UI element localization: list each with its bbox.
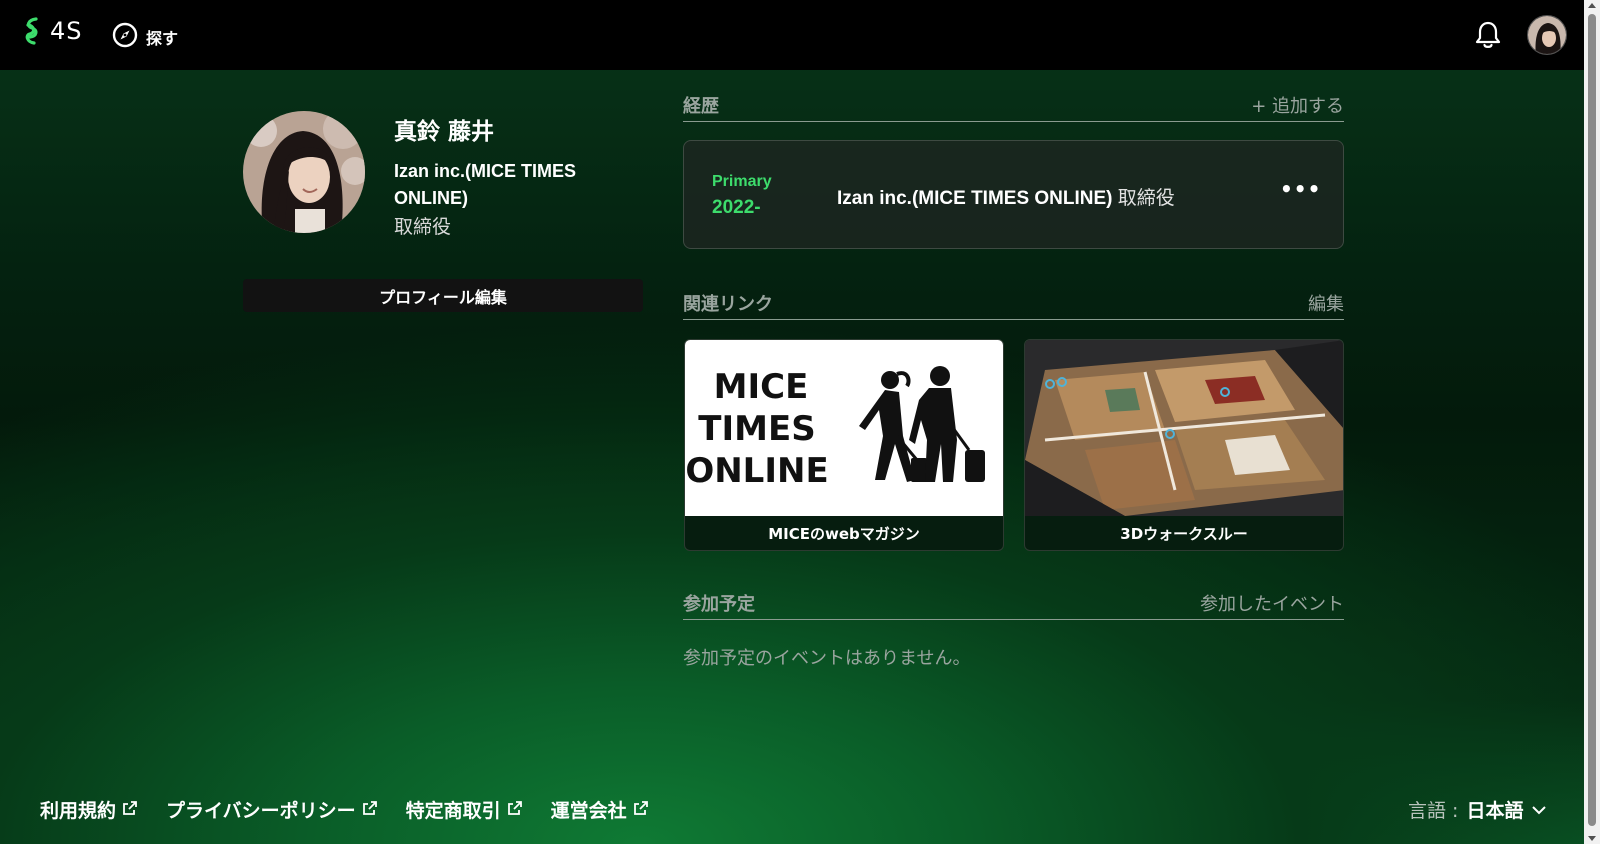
career-section-header: 経歴 + 追加する [683,92,1344,122]
career-company-name: Izan inc.(MICE TIMES ONLINE) [837,188,1113,209]
user-avatar[interactable] [1527,15,1567,55]
footer-link-label: プライバシーポリシー [166,800,356,822]
footer-link-label: 利用規約 [40,800,117,822]
language-value: 日本語 [1466,800,1524,822]
footer-links: 利用規約 プライバシーポリシー 特定商取引 運営会社 [40,796,649,823]
profile-title: 取締役 [394,216,452,238]
edit-profile-button[interactable]: プロフィール編集 [243,279,643,312]
primary-badge: Primary [712,173,772,190]
past-events-link[interactable]: 参加したイベント [1200,590,1344,616]
career-section-title: 経歴 [683,96,719,117]
logo-line-3: ONLINE [685,451,828,491]
chevron-down-icon [1531,799,1547,821]
brand-logo[interactable]: 4S [22,16,83,46]
more-options-icon[interactable]: ••• [1280,177,1321,201]
logo-line-2: TIMES [698,409,815,449]
footer-link-privacy[interactable]: プライバシーポリシー [166,796,378,823]
3d-floorplan-thumbnail [1025,340,1343,516]
external-link-icon [507,799,523,821]
profile-name: 真鈴 藤井 [394,119,495,145]
compass-icon [112,22,138,52]
career-role: 取締役 [1117,187,1175,209]
profile-company: Izan inc.(MICE TIMES ONLINE) [394,161,577,208]
scroll-up-icon[interactable] [1588,3,1596,8]
external-link-icon [122,799,138,821]
logo-line-1: MICE [714,367,809,407]
footer-link-company[interactable]: 運営会社 [551,796,649,823]
no-events-message: 参加予定のイベントはありません。 [683,648,971,669]
career-entry-card: Primary 2022- Izan inc.(MICE TIMES ONLIN… [683,140,1344,249]
events-section-title: 参加予定 [683,594,755,615]
brand-name: 4S [50,17,83,45]
external-link-icon [633,799,649,821]
language-selector[interactable]: 言語 : 日本語 [1408,796,1547,823]
footer-link-label: 運営会社 [550,800,627,822]
explore-nav[interactable]: 探す [112,22,178,52]
career-period: 2022- [712,197,761,218]
link-card-3d-walkthrough[interactable]: 3Dウォークスルー [1024,339,1344,551]
top-header: 4S 探す [0,0,1584,70]
career-company: Izan inc.(MICE TIMES ONLINE) 取締役 [837,183,1175,210]
link-label: 3Dウォークスルー [1120,525,1248,543]
footer-link-label: 特定商取引 [405,800,501,822]
external-link-icon [362,799,378,821]
links-section-header: 関連リンク 編集 [683,290,1344,320]
mice-times-logo: MICE TIMES ONLINE [685,340,1003,516]
events-section-header: 参加予定 参加したイベント [683,590,1344,620]
scroll-down-icon[interactable] [1588,836,1596,841]
notification-bell-icon[interactable] [1474,20,1502,54]
explore-label: 探す [146,29,179,48]
footer-link-commerce[interactable]: 特定商取引 [406,796,523,823]
add-career-button[interactable]: + 追加する [1251,92,1344,118]
profile-avatar [243,111,365,233]
footer-link-terms[interactable]: 利用規約 [40,796,138,823]
links-section-title: 関連リンク [683,294,773,315]
logo-mark-icon [22,16,42,46]
language-label: 言語 : [1408,800,1459,822]
edit-links-button[interactable]: 編集 [1308,290,1344,316]
link-label: MICEのwebマガジン [768,525,920,543]
page-scrollbar[interactable] [1584,0,1600,844]
scrollbar-thumb[interactable] [1588,14,1596,826]
link-card-mice-magazine[interactable]: MICE TIMES ONLINE MICEのwebマガジン [684,339,1004,551]
